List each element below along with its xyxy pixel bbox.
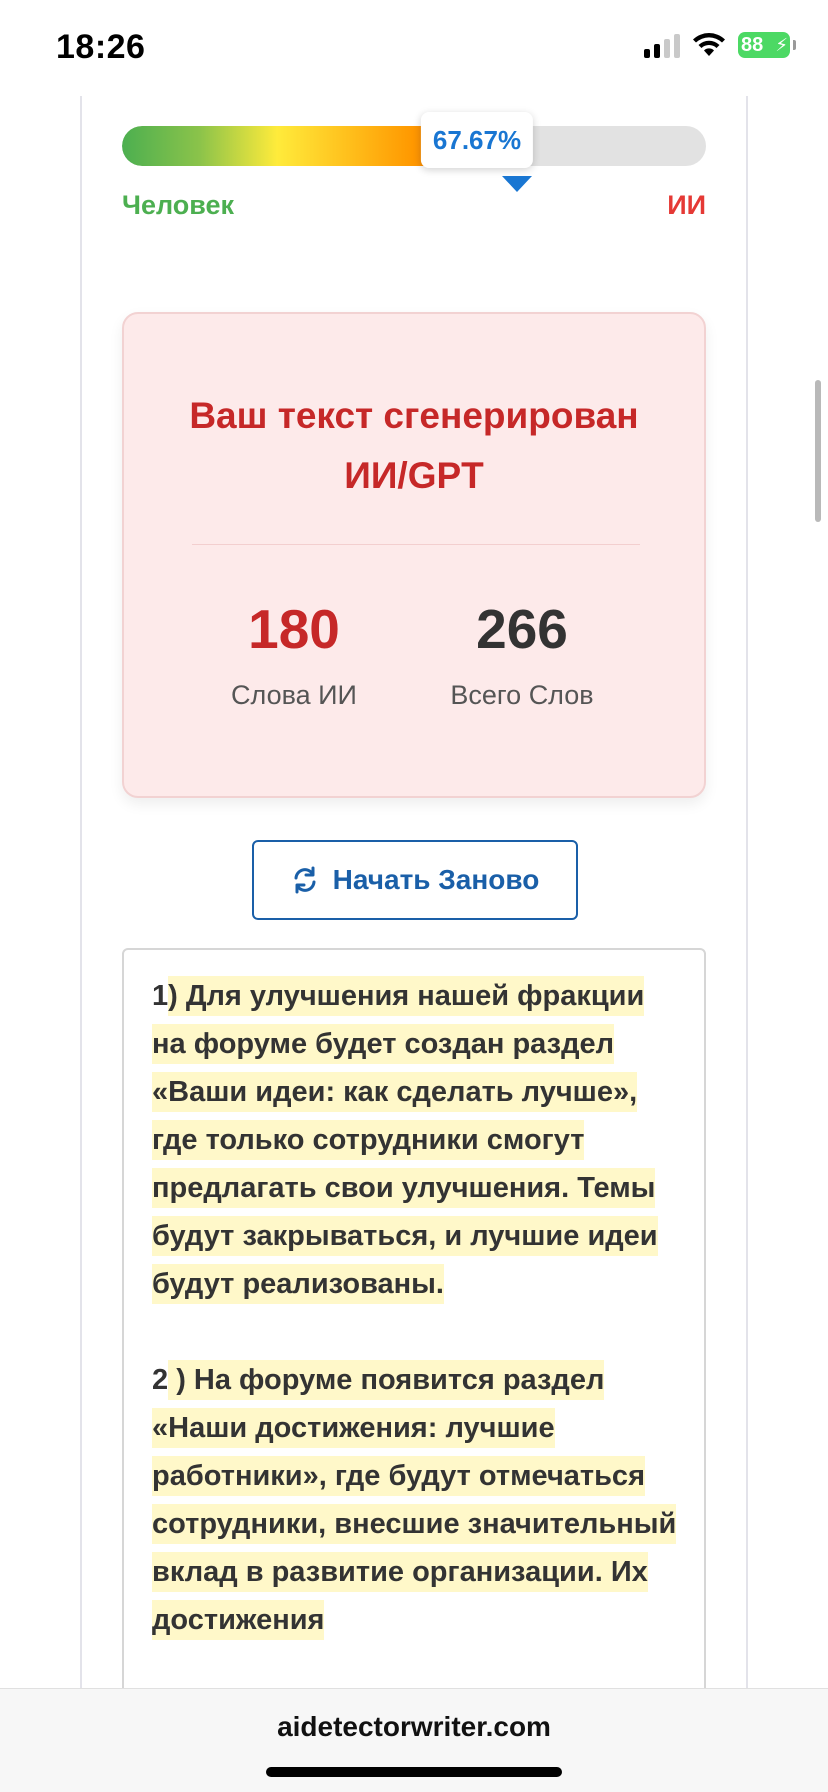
highlighted-ai-text: ) Для улучшения нашей фракции на форуме … xyxy=(152,976,658,1304)
gauge-label-human: Человек xyxy=(122,190,235,220)
paragraph-2: 2 ) На форуме появится раздел «Наши дост… xyxy=(152,1356,682,1644)
url-text[interactable]: aidetectorwriter.com xyxy=(0,1711,828,1743)
gauge-pointer-icon xyxy=(502,176,532,192)
restart-button-label: Начать Заново xyxy=(332,864,540,895)
result-divider xyxy=(192,544,640,545)
paragraph-number: 2 xyxy=(152,1364,169,1396)
highlighted-ai-text: ) На форуме появится раздел «Наши достиж… xyxy=(152,1360,677,1640)
restart-button[interactable]: Начать Заново xyxy=(252,840,578,920)
result-card: Ваш текст сгенерирован ИИ/GPT 180 Слова … xyxy=(122,312,706,798)
total-words-value: 266 xyxy=(476,598,568,660)
paragraph-number: 1 xyxy=(152,980,169,1012)
browser-url-bar[interactable]: aidetectorwriter.com xyxy=(0,1688,828,1792)
page-content: 67.67% Человек ИИ Ваш текст сгенерирован… xyxy=(80,96,748,1708)
refresh-icon xyxy=(294,866,316,894)
status-bar: 18:26 88 ⚡ xyxy=(0,0,828,96)
stat-total-words: 266 Всего Слов xyxy=(412,596,632,711)
battery-level: 88 xyxy=(741,34,764,56)
charging-bolt-icon: ⚡ xyxy=(775,35,788,55)
stat-ai-words: 180 Слова ИИ xyxy=(184,596,404,711)
ai-words-label: Слова ИИ xyxy=(231,680,357,710)
battery-icon: 88 ⚡ xyxy=(738,32,796,58)
total-words-label: Всего Слов xyxy=(450,680,594,710)
status-time: 18:26 xyxy=(56,28,146,66)
gauge-track xyxy=(122,126,706,166)
cellular-signal-icon xyxy=(644,32,680,58)
gauge-percent-tooltip: 67.67% xyxy=(420,112,534,168)
analyzed-text: 1) Для улучшения нашей фракции на форуме… xyxy=(152,972,682,1692)
paragraph-1: 1) Для улучшения нашей фракции на форуме… xyxy=(152,972,682,1308)
analyzed-text-box[interactable]: 1) Для улучшения нашей фракции на форуме… xyxy=(122,948,706,1708)
scroll-indicator[interactable] xyxy=(815,380,821,522)
ai-words-value: 180 xyxy=(248,598,340,660)
gauge-label-ai: ИИ xyxy=(667,190,706,220)
wifi-icon xyxy=(693,33,725,56)
result-title: Ваш текст сгенерирован ИИ/GPT xyxy=(189,395,639,496)
status-icons: 88 ⚡ xyxy=(644,32,796,58)
home-indicator[interactable] xyxy=(266,1767,562,1777)
